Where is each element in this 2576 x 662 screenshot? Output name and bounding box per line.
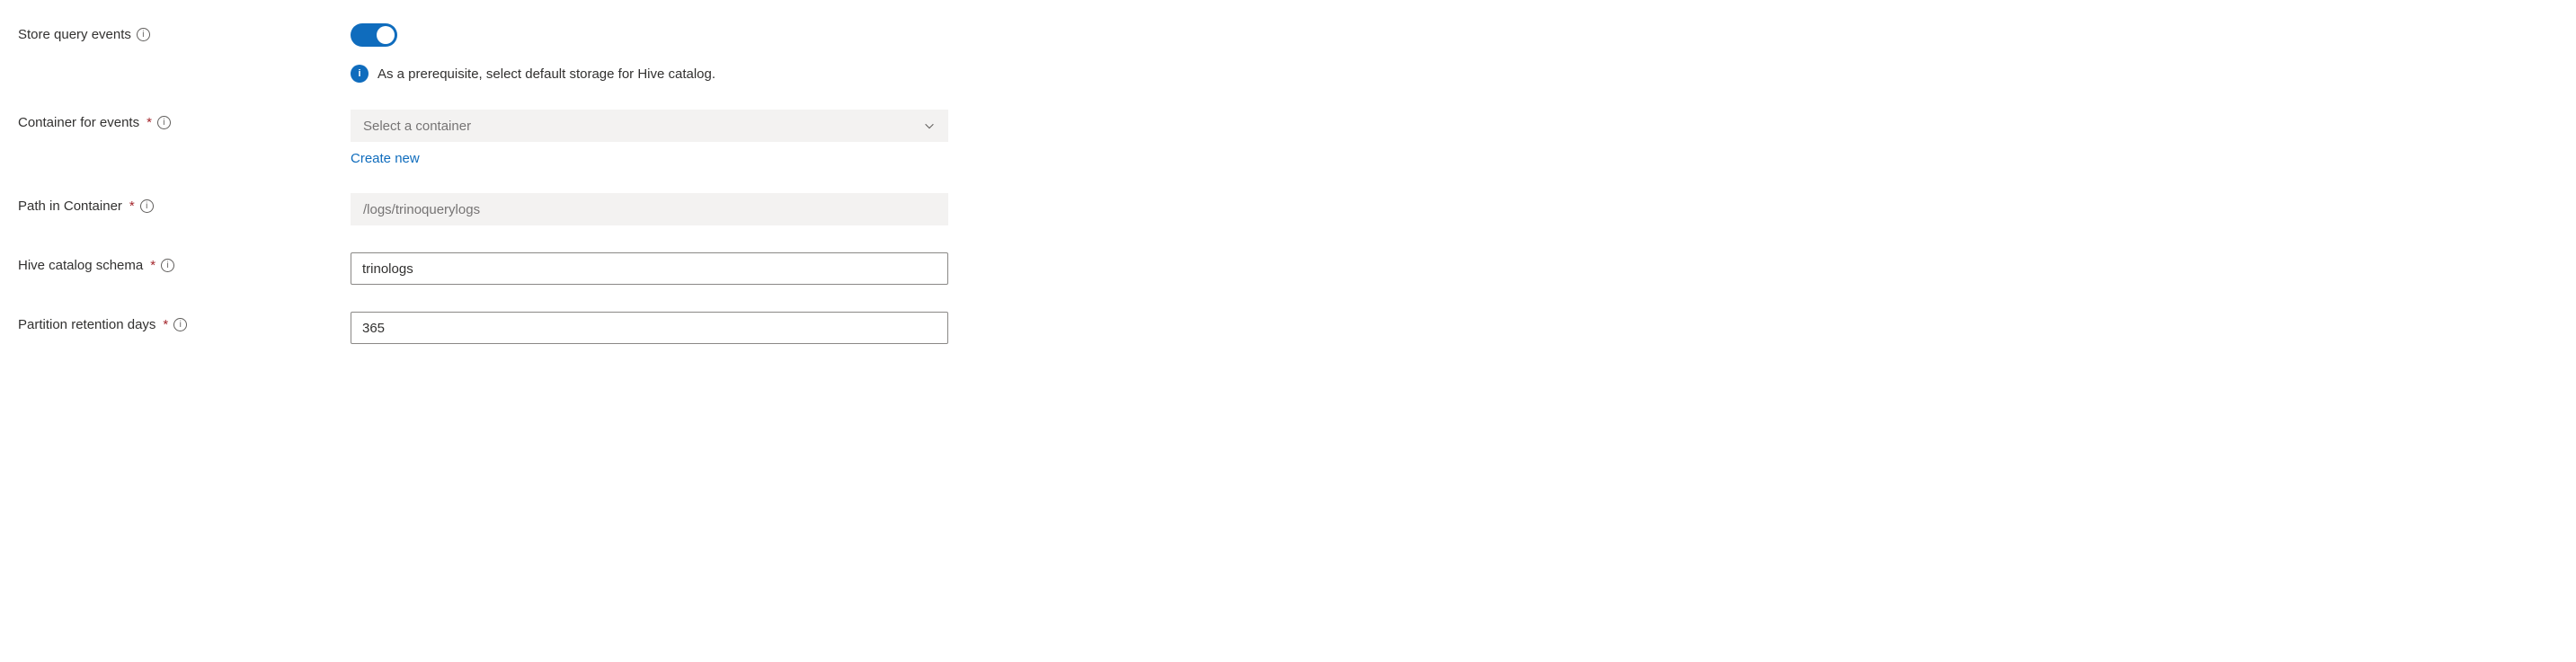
label-partition-retention-days: Partition retention days * i: [18, 312, 351, 332]
label-hive-catalog-schema: Hive catalog schema * i: [18, 252, 351, 273]
info-badge-icon: i: [351, 65, 369, 83]
select-container[interactable]: Select a container: [351, 110, 948, 142]
select-placeholder: Select a container: [363, 119, 471, 134]
row-path-in-container: Path in Container * i /logs/trinoquerylo…: [18, 193, 1276, 225]
input-col-container-for-events: Select a container Create new: [351, 110, 948, 166]
input-col-hive-catalog-schema: [351, 252, 948, 285]
row-container-for-events: Container for events * i Select a contai…: [18, 110, 1276, 166]
path-placeholder: /logs/trinoquerylogs: [363, 202, 480, 217]
label-store-query-events: Store query events i: [18, 22, 351, 42]
info-icon[interactable]: i: [173, 318, 187, 331]
info-icon[interactable]: i: [137, 28, 150, 41]
input-col-partition-retention-days: [351, 312, 948, 344]
required-mark: *: [163, 317, 168, 332]
chevron-down-icon: [923, 119, 936, 132]
info-message-text: As a prerequisite, select default storag…: [378, 66, 715, 82]
info-icon[interactable]: i: [140, 199, 154, 213]
label-container-for-events: Container for events * i: [18, 110, 351, 130]
required-mark: *: [129, 199, 135, 214]
label-text: Store query events: [18, 27, 131, 42]
path-in-container-field: /logs/trinoquerylogs: [351, 193, 948, 225]
partition-retention-days-input[interactable]: [351, 312, 948, 344]
required-mark: *: [150, 258, 155, 273]
input-col-path-in-container: /logs/trinoquerylogs: [351, 193, 948, 225]
info-icon[interactable]: i: [161, 259, 174, 272]
row-store-query-events: Store query events i i As a prerequisite…: [18, 22, 1276, 83]
label-text: Partition retention days: [18, 317, 155, 332]
row-partition-retention-days: Partition retention days * i: [18, 312, 1276, 344]
label-text: Hive catalog schema: [18, 258, 143, 273]
settings-form: Store query events i i As a prerequisite…: [18, 22, 1276, 344]
create-new-link[interactable]: Create new: [351, 151, 420, 166]
label-text: Container for events: [18, 115, 139, 130]
info-icon[interactable]: i: [157, 116, 171, 129]
toggle-store-query-events[interactable]: [351, 23, 397, 47]
input-col-store-query-events: i As a prerequisite, select default stor…: [351, 22, 948, 83]
row-hive-catalog-schema: Hive catalog schema * i: [18, 252, 1276, 285]
label-text: Path in Container: [18, 199, 122, 214]
info-message: i As a prerequisite, select default stor…: [351, 65, 948, 83]
hive-catalog-schema-input[interactable]: [351, 252, 948, 285]
label-path-in-container: Path in Container * i: [18, 193, 351, 214]
required-mark: *: [147, 115, 152, 130]
